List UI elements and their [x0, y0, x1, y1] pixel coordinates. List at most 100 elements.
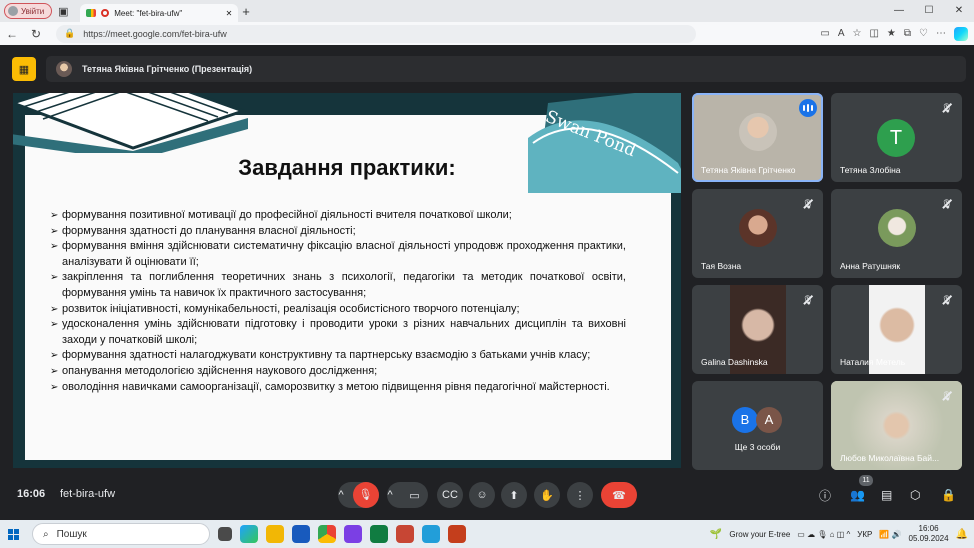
- presenter-name: Тетяна Яківна Грітченко (Презентація): [82, 64, 253, 74]
- mic-off-icon: 🎙: [941, 391, 953, 401]
- clock-time: 16:06: [918, 524, 939, 533]
- windows-logo-icon: [7, 528, 19, 540]
- participant-tile[interactable]: 🎙 Анна Ратушняк: [831, 189, 962, 278]
- mic-off-icon: 🎙: [802, 295, 814, 305]
- activities-icon[interactable]: ⬡: [910, 485, 920, 505]
- back-icon[interactable]: ←: [0, 27, 24, 41]
- tab-actions-icon[interactable]: ▣: [52, 0, 74, 22]
- new-tab-icon[interactable]: +: [242, 4, 250, 19]
- present-screen-button[interactable]: ⬆: [501, 482, 527, 508]
- network-volume-icons[interactable]: 📶 🔊: [879, 530, 901, 539]
- mic-off-icon: 🎙: [941, 199, 953, 209]
- participant-tile[interactable]: 🎙 Любов Миколаївна Бaй...: [831, 381, 962, 470]
- camera-options-chevron-icon[interactable]: ^: [388, 489, 402, 501]
- tray-icons[interactable]: ▭ ☁ 🎙 ⌂ ◫ ^: [797, 530, 850, 539]
- microphone-toggle-button[interactable]: ^ 🎙: [338, 482, 379, 508]
- split-screen-icon[interactable]: ◫: [869, 28, 878, 39]
- profile-button[interactable]: Увійти: [4, 3, 53, 19]
- camera-icon[interactable]: ▭: [402, 489, 428, 502]
- list-item: формування здатності налагоджувати конст…: [50, 348, 626, 364]
- file-explorer-icon[interactable]: [266, 525, 284, 543]
- profile-label: Увійти: [21, 6, 45, 16]
- list-item: закріплення та поглиблення теоретичних з…: [50, 270, 626, 301]
- mic-off-icon[interactable]: 🎙: [352, 482, 379, 508]
- leave-call-button[interactable]: ☎: [601, 482, 637, 508]
- participant-name: Galina Dashinska: [701, 357, 768, 367]
- taskbar-search[interactable]: ⌕ Пошук: [32, 523, 210, 545]
- participant-tile[interactable]: 🎙 Наталия Метель: [831, 285, 962, 374]
- tab-close-icon[interactable]: ✕: [226, 9, 233, 18]
- participant-tile[interactable]: 🎙 Тая Возна: [692, 189, 823, 278]
- mic-off-icon: 🎙: [941, 295, 953, 305]
- clock-date: 05.09.2024: [908, 534, 949, 543]
- list-item: опанування методологією здійснення науко…: [50, 364, 626, 380]
- list-item: формування вміння здійснювати систематич…: [50, 239, 626, 270]
- e-tree-icon[interactable]: 🌱: [710, 529, 722, 540]
- collections-icon[interactable]: ⧉: [904, 28, 911, 39]
- list-item: удосконалення умінь здійснювати підготов…: [50, 317, 626, 348]
- favorites-icon[interactable]: ★: [887, 28, 896, 39]
- more-participants-tile[interactable]: B A Ще 3 особи: [692, 381, 823, 470]
- list-item: формування позитивної мотивації до профе…: [50, 208, 626, 224]
- captions-button[interactable]: CC: [437, 482, 463, 508]
- browser-tab-strip: Увійти ▣ Meet: "fet-bira-ufw" ✕ + — ☐ ✕: [0, 0, 974, 22]
- slide-bullet-list: формування позитивної мотивації до профе…: [50, 208, 626, 395]
- chrome-icon[interactable]: [318, 525, 336, 543]
- chat-icon[interactable]: ▤: [881, 485, 892, 505]
- search-placeholder: Пошук: [56, 528, 87, 540]
- participant-tile[interactable]: 🎙 T Тетяна Злобіна: [831, 93, 962, 182]
- start-button[interactable]: [0, 521, 26, 547]
- weather-widget[interactable]: Grow your E-tree: [729, 530, 790, 539]
- camera-toggle-button[interactable]: ^ ▭: [387, 482, 428, 508]
- participant-tile[interactable]: Тетяна Яківна Грітченко: [692, 93, 823, 182]
- maximize-icon[interactable]: ☐: [914, 0, 944, 22]
- participant-name: Анна Ратушняк: [840, 261, 901, 271]
- host-controls-icon[interactable]: 🔒: [941, 485, 956, 505]
- camera-in-use-icon[interactable]: ▭: [820, 28, 829, 39]
- copilot-icon[interactable]: [954, 26, 968, 41]
- word-icon[interactable]: [292, 525, 310, 543]
- presentation-icon[interactable]: ▦: [12, 57, 36, 81]
- participant-avatar: [738, 208, 777, 247]
- site-info-icon[interactable]: 🔒: [64, 28, 75, 39]
- more-menu-icon[interactable]: ⋯: [936, 28, 946, 39]
- browser-tab-meet[interactable]: Meet: "fet-bira-ufw" ✕: [80, 4, 239, 22]
- telegram-icon[interactable]: [422, 525, 440, 543]
- read-aloud-icon[interactable]: A: [838, 28, 845, 39]
- participant-tile[interactable]: 🎙 Galina Dashinska: [692, 285, 823, 374]
- captions-icon: CC: [442, 489, 458, 501]
- close-window-icon[interactable]: ✕: [944, 0, 974, 22]
- reload-icon[interactable]: ↻: [24, 27, 48, 41]
- presenter-avatar: [56, 61, 72, 77]
- task-view-icon[interactable]: [218, 527, 232, 541]
- more-options-button[interactable]: ⋮: [567, 482, 593, 508]
- meeting-code: fet-bira-ufw: [60, 488, 116, 500]
- raise-hand-button[interactable]: ✋: [534, 482, 560, 508]
- people-icon[interactable]: 👥: [850, 485, 865, 505]
- address-bar[interactable]: 🔒 https://meet.google.com/fet-bira-ufw: [56, 24, 696, 43]
- list-item: розвиток ініціативності, комунікабельнос…: [50, 302, 626, 318]
- emoji-icon: ☺: [476, 489, 488, 501]
- mic-off-icon: 🎙: [802, 199, 814, 209]
- url-text: https://meet.google.com/fet-bira-ufw: [83, 28, 227, 39]
- meet-favicon-icon: [86, 9, 97, 17]
- end-call-icon: ☎: [612, 489, 626, 502]
- mic-options-chevron-icon[interactable]: ^: [339, 489, 353, 501]
- edge-icon[interactable]: [240, 525, 258, 543]
- favorite-star-icon[interactable]: ☆: [853, 28, 862, 39]
- browser-essentials-icon[interactable]: ♡: [919, 28, 928, 39]
- taskbar-clock[interactable]: 16:06 05.09.2024: [909, 524, 949, 544]
- excel-icon[interactable]: [370, 525, 388, 543]
- presenter-banner: Тетяна Яківна Грітченко (Презентація): [46, 56, 966, 82]
- reactions-button[interactable]: ☺: [469, 482, 495, 508]
- powerpoint-icon[interactable]: [448, 525, 466, 543]
- meeting-details-icon[interactable]: ⓘ: [819, 485, 831, 505]
- minimize-icon[interactable]: —: [884, 0, 914, 22]
- notifications-icon[interactable]: 🔔: [956, 529, 968, 540]
- viber-icon[interactable]: [344, 525, 362, 543]
- language-indicator[interactable]: УКР: [857, 530, 872, 539]
- winrar-icon[interactable]: [396, 525, 414, 543]
- participant-name: Наталия Метель: [840, 357, 906, 367]
- system-tray: 🌱 Grow your E-tree ▭ ☁ 🎙 ⌂ ◫ ^ УКР 📶 🔊 1…: [710, 520, 968, 548]
- recording-indicator-icon: [101, 9, 110, 17]
